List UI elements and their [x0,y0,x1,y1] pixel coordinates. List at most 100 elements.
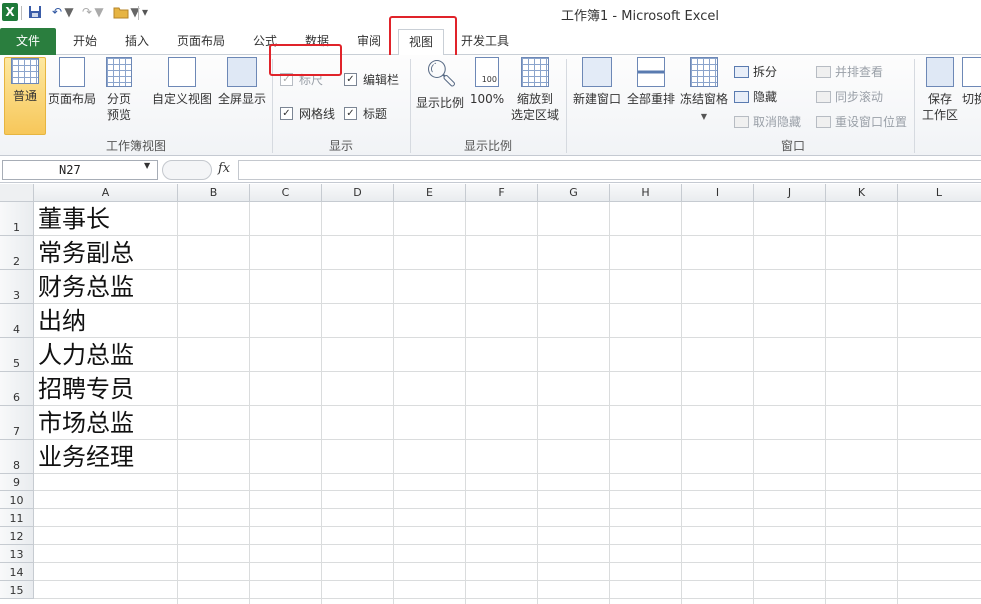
row-header-2[interactable]: 2 [0,236,34,270]
page-break-label-2: 预览 [106,108,131,122]
headings-label: 标题 [363,107,388,121]
worksheet-grid[interactable]: A B C D E F G H I J K L 1 2 3 4 5 6 7 8 9 10 11 12 13 14 15 董事长 常务副总… [0,184,981,604]
tab-page-layout[interactable]: 页面布局 [168,29,234,55]
gridline [34,562,981,563]
column-header-j[interactable]: J [754,184,826,202]
normal-view-icon [11,58,39,84]
column-header-g[interactable]: G [538,184,610,202]
normal-view-button[interactable]: 普通 [4,57,46,135]
unhide-icon [734,115,749,128]
group-label-zoom: 显示比例 [463,139,512,153]
row-header-5[interactable]: 5 [0,338,34,372]
tab-home[interactable]: 开始 [64,29,106,55]
row-header-10[interactable]: 10 [0,491,34,509]
column-header-h[interactable]: H [610,184,682,202]
row-header-14[interactable]: 14 [0,563,34,581]
tab-review[interactable]: 审阅 [348,29,390,55]
view-side-by-side-button: 并排查看 [816,63,883,80]
freeze-panes-button[interactable]: 冻结窗格 ▼ [678,57,730,125]
page-break-preview-button[interactable]: 分页 预览 [100,57,138,123]
gridline [34,598,981,599]
cell-a5[interactable]: 人力总监 [38,340,134,370]
row-header-1[interactable]: 1 [0,202,34,236]
page-layout-view-button[interactable]: 页面布局 [48,57,96,107]
arrange-all-label: 全部重排 [626,92,675,106]
select-all-corner[interactable] [0,184,34,202]
full-screen-label: 全屏显示 [217,92,266,106]
normal-view-label: 普通 [12,89,37,103]
customize-quick-access-icon[interactable]: ▾ [140,3,150,21]
column-header-d[interactable]: D [322,184,394,202]
row-header-8[interactable]: 8 [0,440,34,474]
undo-icon[interactable]: ↶ [50,3,64,21]
gridlines-checkbox[interactable]: ✓ 网格线 [280,105,335,122]
gridline [34,405,981,406]
reset-position-label: 重设窗口位置 [835,115,908,129]
hide-icon [734,90,749,103]
view-tab-highlight [389,16,457,58]
column-header-i[interactable]: I [682,184,754,202]
headings-checkbox[interactable]: ✓ 标题 [344,105,387,122]
formula-bar-checkbox[interactable]: ✓ 编辑栏 [344,71,399,88]
cell-a3[interactable]: 财务总监 [38,272,134,302]
custom-views-label: 自定义视图 [151,92,212,106]
redo-icon: ↷ [81,5,93,19]
custom-views-button[interactable]: 自定义视图 [150,57,214,107]
cell-a2[interactable]: 常务副总 [38,238,134,268]
tab-developer[interactable]: 开发工具 [454,29,516,55]
open-folder-icon[interactable] [112,3,130,21]
row-header-15[interactable]: 15 [0,581,34,599]
column-header-c[interactable]: C [250,184,322,202]
zoom-button[interactable]: 🔍︎ 显示比例 [414,57,466,111]
row-header-9[interactable]: 9 [0,474,34,491]
switch-windows-button[interactable]: 切换 [962,57,981,107]
separator [21,6,22,20]
excel-logo-icon[interactable]: X [2,3,18,21]
formula-bar: N27 ▼ fx [0,157,981,183]
column-header-a[interactable]: A [34,184,178,202]
save-workspace-button[interactable]: 保存 工作区 [918,57,962,123]
column-header-l[interactable]: L [898,184,981,202]
save-icon[interactable] [26,3,44,21]
row-header-12[interactable]: 12 [0,527,34,545]
cell-a7[interactable]: 市场总监 [38,408,134,438]
cell-a6[interactable]: 招聘专员 [38,374,134,404]
switch-windows-label: 切换 [962,92,981,106]
new-window-button[interactable]: 新建窗口 [570,57,624,107]
gridline [34,337,981,338]
gridline [34,580,981,581]
cell-a4[interactable]: 出纳 [38,306,86,336]
tab-insert[interactable]: 插入 [116,29,158,55]
split-button[interactable]: 拆分 [734,63,777,80]
row-header-4[interactable]: 4 [0,304,34,338]
row-header-6[interactable]: 6 [0,372,34,406]
row-header-13[interactable]: 13 [0,545,34,563]
column-header-k[interactable]: K [826,184,898,202]
full-screen-button[interactable]: 全屏显示 [216,57,268,107]
arrange-all-button[interactable]: 全部重排 [624,57,678,107]
column-header-b[interactable]: B [178,184,250,202]
row-header-3[interactable]: 3 [0,270,34,304]
split-icon [734,65,749,78]
formula-input[interactable] [238,160,981,180]
column-header-f[interactable]: F [466,184,538,202]
undo-dropdown-icon[interactable]: ▼ [64,3,73,21]
row-header-7[interactable]: 7 [0,406,34,440]
row-header-11[interactable]: 11 [0,509,34,527]
hide-button[interactable]: 隐藏 [734,88,777,105]
zoom-to-selection-icon [521,57,549,87]
freeze-panes-label: 冻结窗格 [679,92,728,106]
zoom-100-button[interactable]: 100 100% [468,57,506,107]
column-header-e[interactable]: E [394,184,466,202]
switch-windows-icon [962,57,981,87]
tab-file[interactable]: 文件 [0,28,56,55]
zoom-100-label: 100% [469,92,505,106]
formula-bar-label: 编辑栏 [363,73,400,87]
zoom-to-selection-button[interactable]: 缩放到 选定区域 [508,57,562,123]
cell-a1[interactable]: 董事长 [38,204,110,234]
insert-function-icon[interactable]: fx [218,161,230,176]
new-window-icon [582,57,612,87]
name-box-dropdown-icon[interactable]: ▼ [144,161,150,170]
name-box[interactable]: N27 [2,160,158,180]
cell-a8[interactable]: 业务经理 [38,442,134,472]
